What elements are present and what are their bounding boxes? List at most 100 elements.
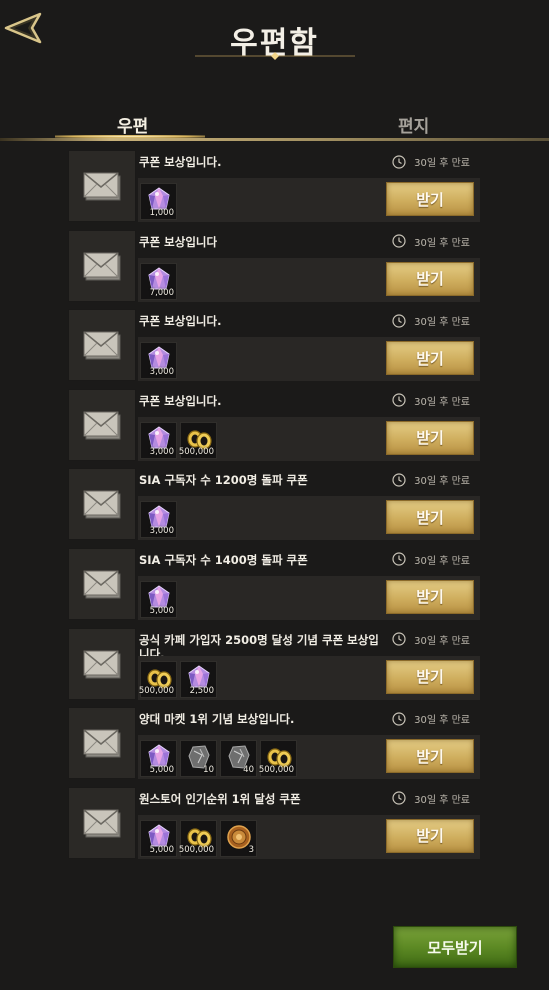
- envelope-icon: [83, 649, 121, 679]
- clock-icon: [392, 234, 406, 248]
- reward-slot[interactable]: 40: [220, 740, 257, 778]
- reward-slot[interactable]: 3,000: [140, 342, 177, 380]
- clock-icon: [392, 632, 406, 646]
- tab-mail[interactable]: 우편: [117, 112, 148, 137]
- reward-quantity: 500,000: [258, 765, 294, 776]
- reward-quantity: 2,500: [189, 685, 214, 696]
- reward-quantity: 3,000: [149, 367, 174, 378]
- mail-item: 쿠폰 보상입니다 30일 후 만료 7,000 받기: [68, 229, 480, 302]
- mail-icon-box: [68, 309, 136, 382]
- mail-icon-box: [68, 229, 136, 302]
- reward-quantity: 500,000: [138, 685, 174, 696]
- claim-button[interactable]: 받기: [386, 739, 474, 774]
- claim-button[interactable]: 받기: [386, 261, 474, 296]
- mail-expire: 30일 후 만료: [392, 711, 470, 726]
- title-ornament: [195, 52, 355, 60]
- reward-quantity: 3,000: [149, 526, 174, 537]
- reward-quantity: 5,000: [149, 765, 174, 776]
- reward-quantity: 10: [203, 765, 214, 776]
- claim-button[interactable]: 받기: [386, 182, 474, 216]
- expire-text: 30일 후 만료: [414, 237, 470, 249]
- mail-title: 쿠폰 보상입니다: [139, 234, 218, 249]
- mail-expire: 30일 후 만료: [392, 234, 470, 249]
- mail-expire: 30일 후 만료: [392, 313, 470, 328]
- reward-slot[interactable]: 5,000: [140, 740, 177, 778]
- reward-slot[interactable]: 500,000: [178, 421, 217, 459]
- tab-letter[interactable]: 편지: [398, 112, 429, 137]
- envelope-icon: [83, 729, 121, 758]
- reward-slot[interactable]: 5,000: [140, 819, 177, 857]
- claim-button[interactable]: 받기: [386, 579, 474, 614]
- clock-icon: [392, 314, 406, 328]
- claim-button[interactable]: 받기: [386, 420, 474, 455]
- reward-slot[interactable]: 5,000: [140, 580, 177, 618]
- mail-expire: 30일 후 만료: [392, 393, 470, 408]
- mail-list: 쿠폰 보상입니다. 30일 후 만료 1,000 받기 쿠폰 보상입니다 30일…: [68, 150, 480, 866]
- mail-item: SIA 구독자 수 1200명 돌파 쿠폰 30일 후 만료 3,000 받기: [68, 468, 480, 541]
- claim-all-button[interactable]: 모두받기: [393, 926, 517, 968]
- claim-button[interactable]: 받기: [386, 341, 474, 376]
- reward-quantity: 40: [243, 765, 254, 776]
- tab-divider: [0, 138, 549, 141]
- envelope-icon: [83, 809, 121, 838]
- envelope-icon: [83, 331, 121, 360]
- mail-title: SIA 구독자 수 1400명 돌파 쿠폰: [139, 552, 308, 567]
- expire-text: 30일 후 만료: [414, 635, 470, 647]
- reward-slot[interactable]: 7,000: [140, 262, 177, 300]
- reward-quantity: 500,000: [178, 446, 214, 457]
- reward-slot[interactable]: 1,000: [140, 183, 177, 220]
- mail-title: SIA 구독자 수 1200명 돌파 쿠폰: [139, 473, 308, 488]
- expire-text: 30일 후 만료: [414, 794, 470, 806]
- tab-bar: 우편 편지: [0, 108, 549, 142]
- clock-icon: [392, 712, 406, 726]
- mail-expire: 30일 후 만료: [392, 632, 470, 647]
- envelope-icon: [83, 411, 121, 440]
- envelope-icon: [83, 252, 121, 281]
- mail-item: 쿠폰 보상입니다. 30일 후 만료 3,000 받기: [68, 309, 480, 382]
- mail-title: 쿠폰 보상입니다.: [139, 393, 222, 408]
- reward-slot[interactable]: 3,000: [140, 421, 177, 459]
- reward-slot[interactable]: 500,000: [138, 660, 177, 698]
- reward-quantity: 3,000: [149, 446, 174, 457]
- clock-icon: [392, 154, 406, 169]
- claim-button[interactable]: 받기: [386, 500, 474, 535]
- clock-icon: [392, 791, 406, 805]
- reward-slot[interactable]: 10: [180, 740, 217, 778]
- envelope-icon: [83, 490, 121, 519]
- reward-slot[interactable]: 3,000: [140, 501, 177, 539]
- reward-slot[interactable]: 2,500: [180, 660, 217, 698]
- reward-quantity: 1,000: [149, 208, 174, 218]
- expire-text: 30일 후 만료: [414, 476, 470, 488]
- mail-icon-box: [68, 468, 136, 541]
- mail-item: 원스토어 인기순위 1위 달성 쿠폰 30일 후 만료 5,000 500,00…: [68, 786, 480, 859]
- reward-quantity: 5,000: [149, 605, 174, 616]
- expire-text: 30일 후 만료: [414, 317, 470, 329]
- envelope-icon: [83, 570, 121, 599]
- mail-title: 쿠폰 보상입니다.: [139, 155, 222, 169]
- reward-quantity: 7,000: [149, 287, 174, 298]
- mail-item: SIA 구독자 수 1400명 돌파 쿠폰 30일 후 만료 5,000 받기: [68, 547, 480, 620]
- reward-slot[interactable]: 500,000: [179, 819, 217, 857]
- expire-text: 30일 후 만료: [414, 396, 470, 408]
- mail-title: 쿠폰 보상입니다.: [139, 314, 222, 329]
- reward-slot[interactable]: 3: [220, 819, 257, 857]
- mail-icon-box: [68, 786, 136, 859]
- mail-title: 양대 마켓 1위 기념 보상입니다.: [139, 712, 295, 727]
- mail-title: 원스토어 인기순위 1위 달성 쿠폰: [139, 791, 301, 806]
- reward-slot[interactable]: 500,000: [258, 740, 297, 778]
- mail-icon-box: [68, 627, 136, 700]
- mail-item: 공식 카페 가입자 2500명 달성 기념 쿠폰 보상입니다. 30일 후 만료…: [68, 627, 480, 700]
- mail-icon-box: [68, 707, 136, 780]
- claim-button[interactable]: 받기: [386, 818, 474, 853]
- tab-active-indicator: [55, 135, 205, 138]
- mail-expire: 30일 후 만료: [392, 154, 470, 169]
- mail-item: 양대 마켓 1위 기념 보상입니다. 30일 후 만료 5,000 10 40: [68, 707, 480, 780]
- mail-expire: 30일 후 만료: [392, 791, 470, 806]
- clock-icon: [392, 393, 406, 407]
- reward-quantity: 5,000: [149, 844, 174, 855]
- mail-icon-box: [68, 150, 136, 222]
- mail-icon-box: [68, 388, 136, 461]
- envelope-icon: [83, 172, 121, 201]
- claim-button[interactable]: 받기: [386, 659, 474, 694]
- expire-text: 30일 후 만료: [414, 555, 470, 567]
